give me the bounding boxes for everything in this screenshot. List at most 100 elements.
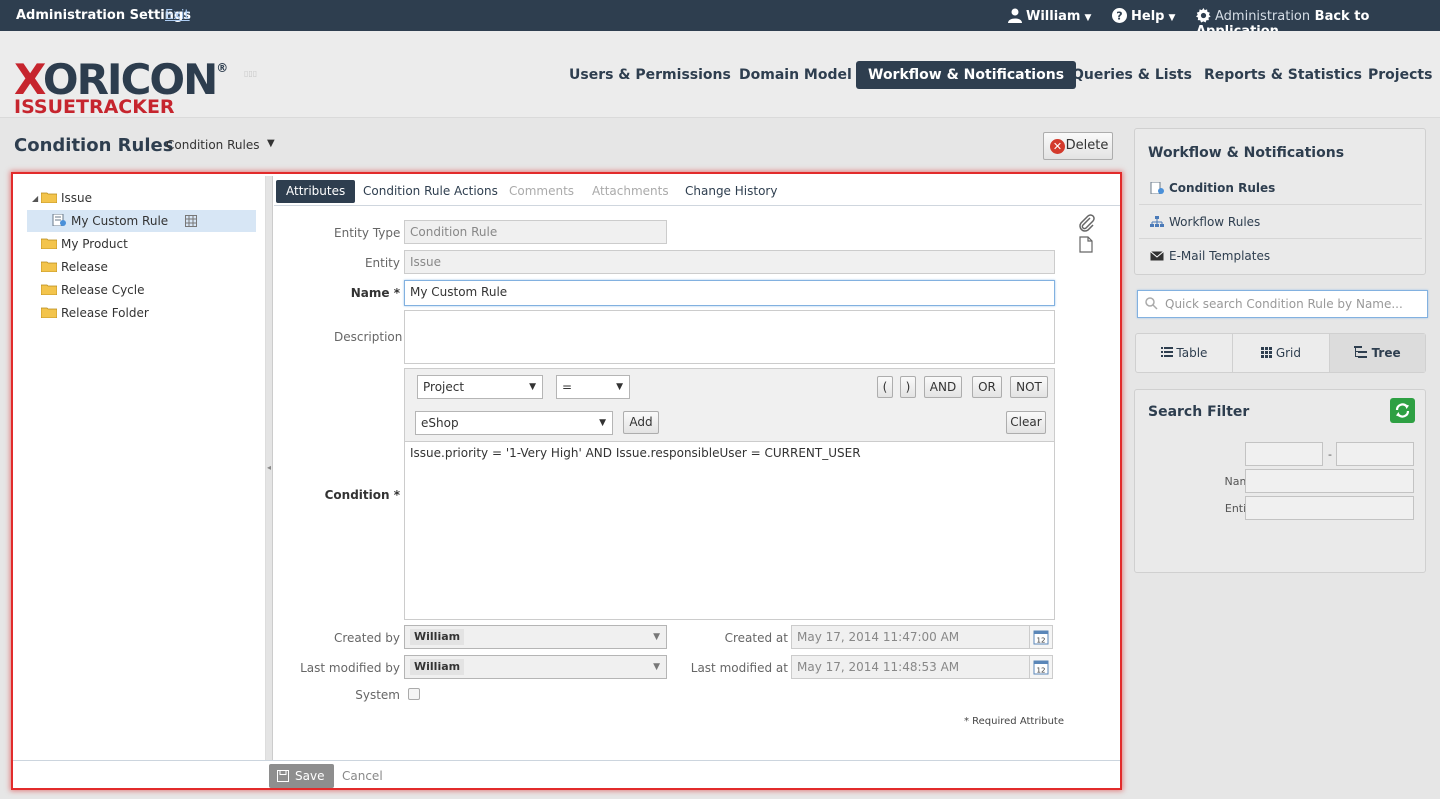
last-modified-at-label: Last modified at [690,661,788,675]
sidebar-item-condition-rules[interactable]: Condition Rules [1139,171,1422,205]
operator-select[interactable]: = ▼ [556,375,630,399]
paperclip-icon[interactable] [1078,214,1096,232]
administration-label: Administration [1215,9,1311,24]
view-select-dropdown[interactable]: Condition Rules ▼ [166,138,275,152]
tree-item-my-product[interactable]: My Product [41,233,128,255]
filter-id-dash: - [1328,448,1332,461]
attribute-select[interactable]: Project ▼ [417,375,543,399]
created-by-select: William ▼ [404,625,667,649]
chevron-down-icon: ▼ [653,662,660,672]
sidebar-item-workflow-rules[interactable]: Workflow Rules [1139,205,1422,239]
exit-link[interactable]: Exit [165,8,190,23]
filter-name-input[interactable] [1245,469,1414,493]
nav-projects[interactable]: Projects [1368,61,1432,89]
value-select[interactable]: eShop ▼ [415,411,613,435]
xoricon-logo[interactable]: XORICON® ISSUETRACKER ▯▯▯ [14,49,257,117]
system-checkbox[interactable] [408,688,420,700]
tree-pane: ◢ Issue My Custom Rule My Product Releas… [15,176,266,760]
last-modified-at-field: May 17, 2014 11:48:53 AM [791,655,1030,679]
description-textarea[interactable] [404,310,1055,364]
tree-collapse-icon[interactable]: ◢ [32,194,38,203]
chevron-down-icon: ▼ [653,632,660,642]
grid-icon[interactable] [185,215,197,227]
open-paren-button[interactable]: ( [877,376,893,398]
name-label: Name * [350,286,400,300]
tree-item-my-custom-rule[interactable]: My Custom Rule [27,210,256,232]
top-bar: Administration Settings Exit William ▼ ? H… [0,0,1440,39]
svg-text:12: 12 [1037,667,1046,675]
tree-item-release-cycle[interactable]: Release Cycle [41,279,145,301]
entity-type-field: Condition Rule [404,220,667,244]
page-title: Condition Rules [14,135,174,156]
tab-change-history[interactable]: Change History [685,180,777,203]
required-attribute-note: * Required Attribute [963,716,1064,727]
document-icon[interactable] [1079,236,1093,253]
user-name: William [1026,9,1081,24]
search-filter-title: Search Filter [1148,404,1250,420]
tab-condition-rule-actions[interactable]: Condition Rule Actions [363,180,498,203]
entity-label: Entity [364,256,400,270]
view-toggle: Table Grid Tree [1135,333,1426,373]
add-button[interactable]: Add [623,411,659,434]
filter-id-from-input[interactable] [1245,442,1323,466]
view-table-button[interactable]: Table [1136,334,1233,372]
user-menu[interactable]: William ▼ [1008,8,1091,24]
save-button[interactable]: Save [269,764,334,788]
refresh-button[interactable] [1390,398,1415,423]
tab-attributes[interactable]: Attributes [276,180,356,203]
close-paren-button[interactable]: ) [900,376,916,398]
folder-icon [41,261,57,272]
form-footer [13,760,1120,788]
svg-text:?: ? [1116,10,1122,23]
delete-button[interactable]: ✕ Delete [1043,132,1113,160]
delete-icon: ✕ [1050,139,1065,154]
nav-queries-lists[interactable]: Queries & Lists [1072,61,1192,89]
pane-splitter[interactable]: ◂ [266,176,273,760]
grid-icon [1260,347,1272,358]
quick-search-input[interactable]: Quick search Condition Rule by Name... [1137,290,1428,318]
filter-entity-input[interactable] [1245,496,1414,520]
tree-item-release[interactable]: Release [41,256,108,278]
tree-item-issue[interactable]: Issue [41,187,92,209]
created-at-label: Created at [724,631,788,645]
nav-users-permissions[interactable]: Users & Permissions [569,61,731,89]
and-button[interactable]: AND [924,376,962,398]
editor-panel: ◢ Issue My Custom Rule My Product Releas… [11,172,1122,790]
tree-item-release-folder[interactable]: Release Folder [41,302,149,324]
cancel-link[interactable]: Cancel [342,769,383,783]
view-tree-button[interactable]: Tree [1330,334,1425,372]
view-grid-button[interactable]: Grid [1233,334,1330,372]
tab-comments[interactable]: Comments [509,180,574,203]
nav-reports-statistics[interactable]: Reports & Statistics [1204,61,1362,89]
nav-workflow-notifications[interactable]: Workflow & Notifications [856,61,1077,89]
sidebar-title: Workflow & Notifications [1148,145,1345,161]
or-button[interactable]: OR [972,376,1002,398]
last-modified-by-label: Last modified by [300,661,400,675]
last-modified-by-select: William ▼ [404,655,667,679]
condition-textarea[interactable]: Issue.priority = '1-Very High' AND Issue… [404,441,1055,620]
workflow-icon [1150,216,1164,227]
logo-dots-decoration: ▯▯▯ [244,69,258,78]
created-at-field: May 17, 2014 11:47:00 AM [791,625,1030,649]
chevron-down-icon: ▼ [616,382,623,392]
folder-icon [41,284,57,295]
nav-domain-model[interactable]: Domain Model [739,61,852,89]
sidebar-item-email-templates[interactable]: E-Mail Templates [1139,239,1422,273]
folder-icon [41,307,57,318]
help-icon: ? [1112,8,1127,23]
help-label: Help [1131,9,1165,24]
help-menu[interactable]: ? Help ▼ [1112,8,1175,24]
main-navigation: Users & Permissions Domain Model Workflo… [560,61,1440,89]
filter-id-to-input[interactable] [1336,442,1414,466]
condition-rule-icon [1150,182,1164,194]
calendar-icon[interactable]: 12 [1029,625,1053,649]
svg-text:12: 12 [1037,637,1046,645]
name-input[interactable]: My Custom Rule [404,280,1055,306]
description-label: Description [334,330,403,344]
not-button[interactable]: NOT [1010,376,1048,398]
calendar-icon[interactable]: 12 [1029,655,1053,679]
chevron-down-icon: ▼ [267,138,275,149]
tab-attachments[interactable]: Attachments [592,180,669,203]
user-icon [1008,8,1022,23]
clear-button[interactable]: Clear [1006,411,1046,434]
